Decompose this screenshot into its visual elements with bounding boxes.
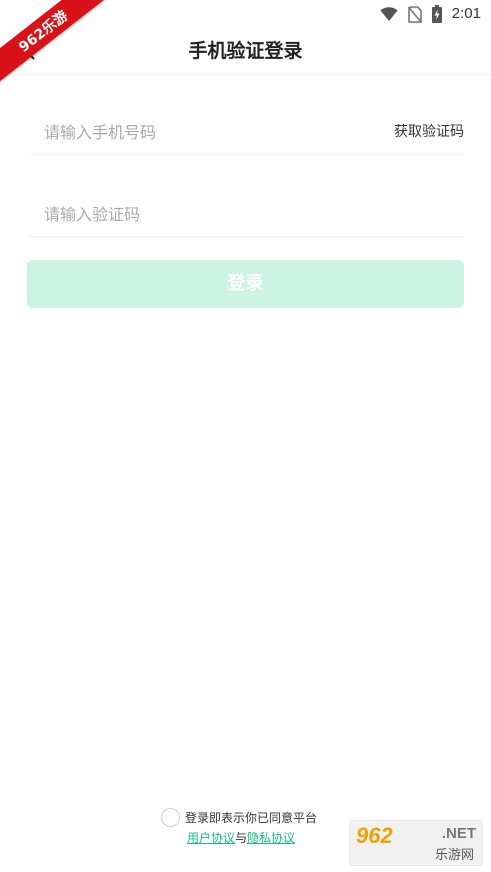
- agreement-text: 登录即表示你已同意平台: [185, 811, 318, 825]
- header-bar: 手机验证登录: [0, 28, 491, 75]
- status-icons: 2:01: [380, 3, 481, 25]
- privacy-agreement-link[interactable]: 隐私协议: [247, 831, 295, 845]
- user-agreement-link[interactable]: 用户协议: [187, 831, 235, 845]
- get-code-button[interactable]: 获取验证码: [394, 110, 464, 154]
- wifi-icon: [380, 6, 398, 22]
- page-title: 手机验证登录: [188, 40, 303, 62]
- watermark-suffix: .NET: [441, 825, 476, 842]
- watermark-main: 962: [356, 823, 393, 848]
- watermark-logo: 962 .NET 乐游网: [349, 820, 483, 866]
- phone-field-row: 获取验证码: [28, 110, 464, 155]
- no-sim-icon: [407, 5, 422, 23]
- battery-charging-icon: [431, 5, 442, 23]
- status-time: 2:01: [451, 5, 481, 22]
- agreement-links: 用户协议与隐私协议: [187, 828, 295, 848]
- watermark-sub: 乐游网: [434, 848, 474, 863]
- agree-checkbox[interactable]: [161, 808, 180, 827]
- login-button[interactable]: 登录: [27, 260, 464, 308]
- code-field-row: [28, 192, 464, 237]
- phone-input[interactable]: [44, 110, 364, 154]
- verification-code-input[interactable]: [44, 192, 444, 236]
- agreement-connector: 与: [235, 831, 248, 845]
